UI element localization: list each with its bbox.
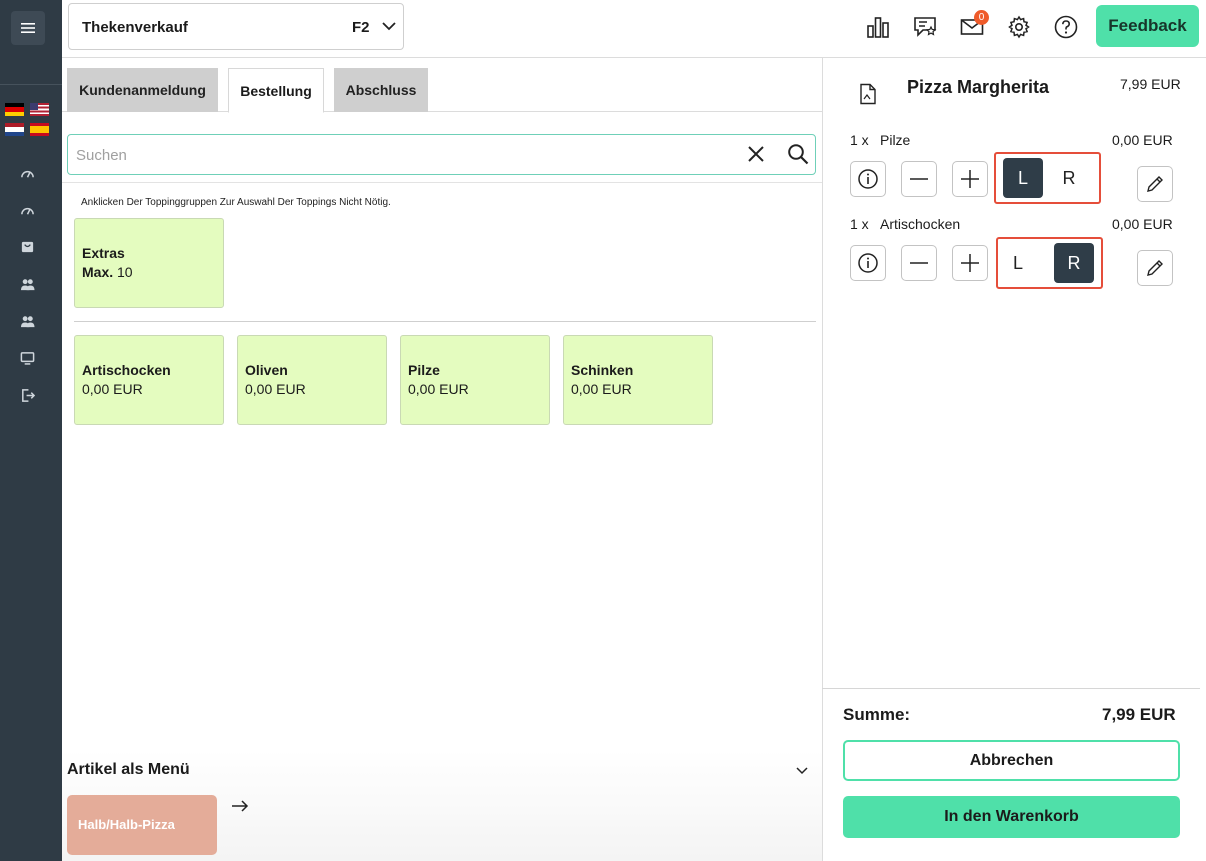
flag-de-icon[interactable] <box>5 103 24 116</box>
flag-es-icon[interactable] <box>30 123 49 136</box>
dashboard-icon[interactable] <box>18 164 36 182</box>
mail-count-badge: 0 <box>974 10 989 25</box>
line-qty: 1 x <box>850 216 869 232</box>
sidebar-divider <box>0 84 62 85</box>
sum-value: 7,99 EUR <box>1102 705 1176 724</box>
topping-tile[interactable]: Artischocken 0,00 EUR <box>74 335 224 425</box>
topping-hint: Anklicken Der Toppinggruppen Zur Auswahl… <box>81 197 391 208</box>
store-name: Thekenverkauf <box>82 19 188 36</box>
dashboard-2-icon[interactable] <box>18 201 36 219</box>
info-icon <box>858 169 878 189</box>
plus-icon <box>961 254 979 272</box>
search-box <box>67 134 816 175</box>
topping-name: Oliven <box>245 362 288 378</box>
topping-name: Schinken <box>571 362 634 378</box>
logout-icon[interactable] <box>18 386 36 404</box>
edit-button[interactable] <box>1137 250 1173 286</box>
tiles-divider <box>74 321 816 322</box>
line-qty: 1 x <box>850 132 869 148</box>
close-icon[interactable] <box>746 144 766 164</box>
info-button[interactable] <box>850 161 886 197</box>
half-selector: L R <box>994 152 1101 204</box>
left-half-option[interactable]: L <box>998 243 1038 283</box>
store-select[interactable]: Thekenverkauf F2 <box>68 3 404 50</box>
search-input[interactable] <box>76 145 716 165</box>
topping-price: 0,00 EUR <box>571 381 632 397</box>
topping-tile[interactable]: Schinken 0,00 EUR <box>563 335 713 425</box>
product-price: 7,99 EUR <box>1120 76 1181 92</box>
help-icon[interactable] <box>1053 14 1079 40</box>
pencil-icon <box>1147 260 1163 276</box>
pencil-icon <box>1147 176 1163 192</box>
arrow-right-icon <box>232 800 249 812</box>
topping-name: Pilze <box>408 362 440 378</box>
flag-us-icon[interactable] <box>30 103 49 116</box>
section-divider <box>62 182 822 183</box>
right-half-option[interactable]: R <box>1054 243 1094 283</box>
topping-group-extras[interactable]: Extras Max. 10 <box>74 218 224 308</box>
line-name: Pilze <box>880 132 911 148</box>
chevron-down-icon <box>382 22 396 31</box>
line-name: Artischocken <box>880 216 961 232</box>
top-bar: Thekenverkauf F2 <box>62 0 1206 58</box>
sidebar <box>0 0 62 861</box>
line-price: 0,00 EUR <box>1112 216 1173 232</box>
edit-button[interactable] <box>1137 166 1173 202</box>
topping-price: 0,00 EUR <box>408 381 469 397</box>
add-to-cart-button[interactable]: In den Warenkorb <box>843 796 1180 838</box>
summary-divider <box>822 688 1200 689</box>
tab-abschluss[interactable]: Abschluss <box>334 68 428 112</box>
group-name: Extras <box>82 245 125 261</box>
store-shortcut: F2 <box>352 19 370 36</box>
gear-icon[interactable] <box>1006 14 1032 40</box>
document-icon <box>860 83 876 105</box>
increase-button[interactable] <box>952 245 988 281</box>
feedback-button[interactable]: Feedback <box>1096 5 1199 47</box>
info-icon <box>858 253 878 273</box>
product-name: Pizza Margherita <box>907 77 1050 97</box>
chevron-down-icon[interactable] <box>796 766 808 775</box>
topping-name: Artischocken <box>82 362 171 378</box>
half-selector: L R <box>996 237 1103 289</box>
topping-price: 0,00 EUR <box>82 381 143 397</box>
left-half-option[interactable]: L <box>1003 158 1043 198</box>
users-2-icon[interactable] <box>18 312 36 330</box>
line-price: 0,00 EUR <box>1112 132 1173 148</box>
topping-tile[interactable]: Oliven 0,00 EUR <box>237 335 387 425</box>
review-icon[interactable] <box>912 14 938 40</box>
tab-kundenanmeldung[interactable]: Kundenanmeldung <box>67 68 218 112</box>
menu-icon <box>21 23 35 33</box>
halb-halb-pizza-button[interactable]: Halb/Halb-Pizza <box>67 795 217 855</box>
info-button[interactable] <box>850 245 886 281</box>
search-icon[interactable] <box>787 143 809 165</box>
decrease-button[interactable] <box>901 245 937 281</box>
group-max: Max. 10 <box>82 264 133 280</box>
decrease-button[interactable] <box>901 161 937 197</box>
topping-tile[interactable]: Pilze 0,00 EUR <box>400 335 550 425</box>
right-half-option[interactable]: R <box>1049 158 1089 198</box>
minus-icon <box>910 262 928 264</box>
sum-label: Summe: <box>843 705 911 724</box>
users-icon[interactable] <box>18 275 36 293</box>
monitor-icon[interactable] <box>18 349 36 367</box>
chart-icon[interactable] <box>865 14 891 40</box>
menu-section-title: Artikel als Menü <box>67 761 190 778</box>
shopping-bag-icon[interactable] <box>18 237 36 255</box>
plus-icon <box>961 170 979 188</box>
menu-toggle-button[interactable] <box>11 11 45 45</box>
group-max-label: Max. <box>82 264 114 280</box>
flag-nl-icon[interactable] <box>5 123 24 136</box>
cancel-button[interactable]: Abbrechen <box>843 740 1180 781</box>
topping-price: 0,00 EUR <box>245 381 306 397</box>
group-max-value: 10 <box>117 264 133 280</box>
minus-icon <box>910 178 928 180</box>
increase-button[interactable] <box>952 161 988 197</box>
tab-bestellung[interactable]: Bestellung <box>228 68 324 113</box>
